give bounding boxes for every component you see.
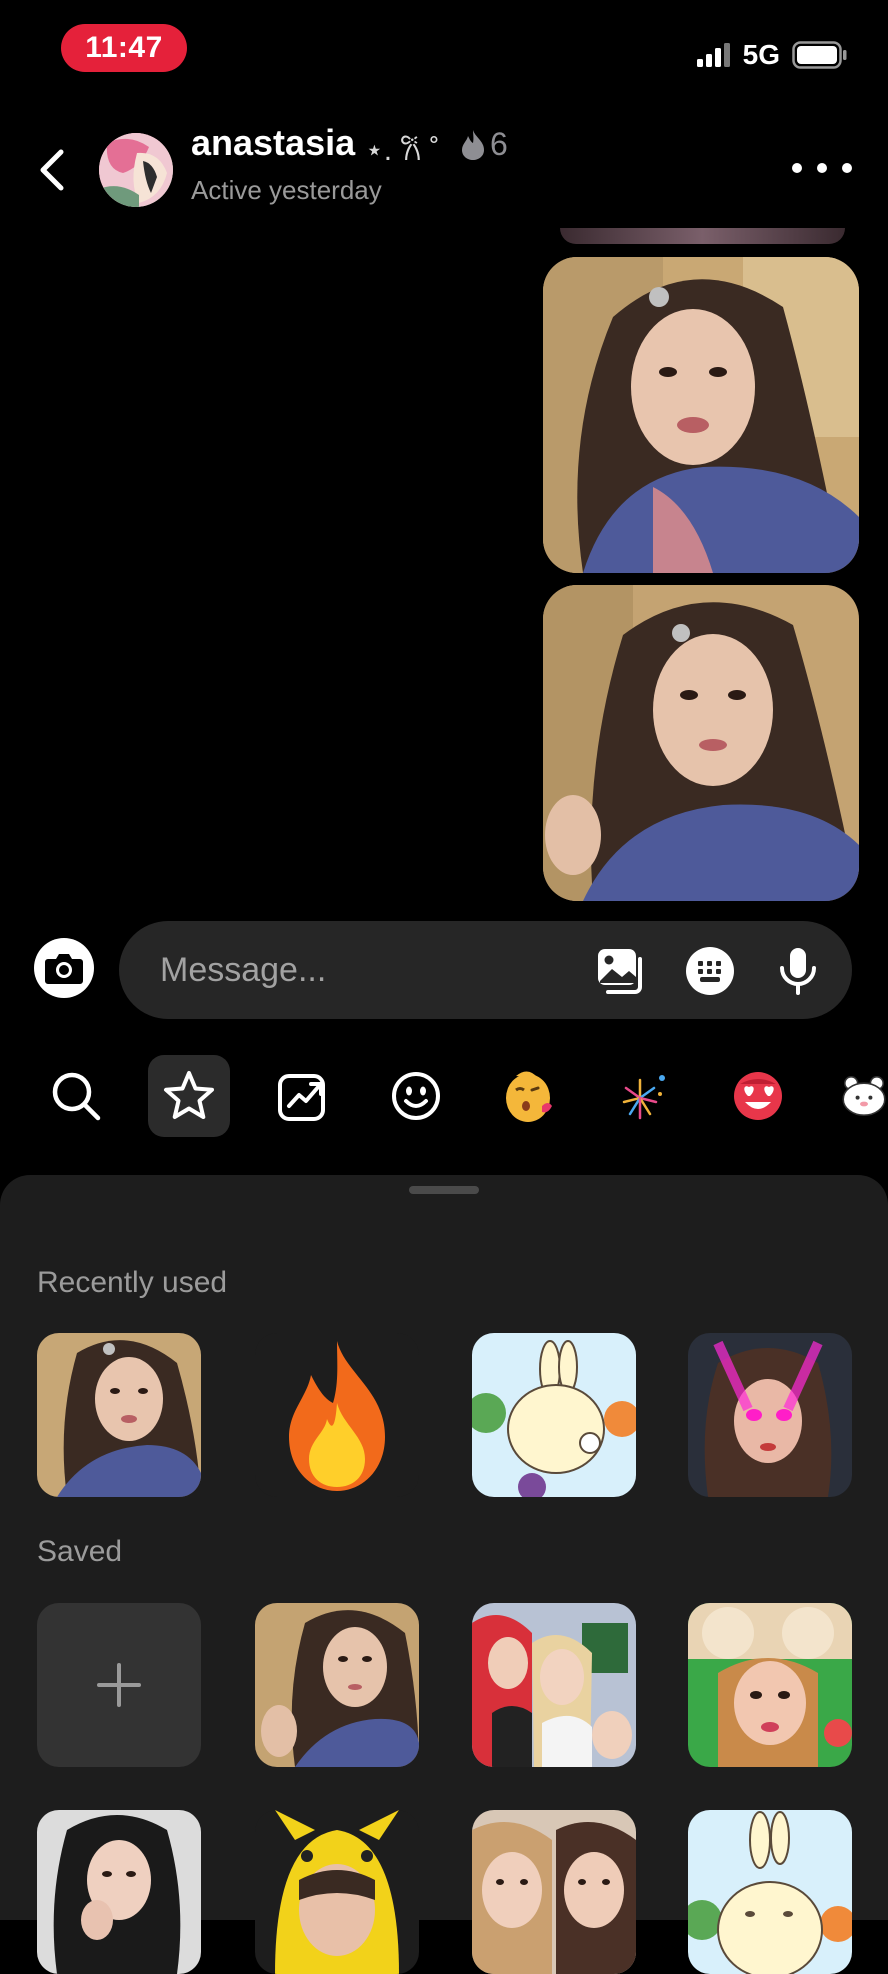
search-icon	[52, 1072, 101, 1121]
recent-sticker[interactable]	[37, 1333, 201, 1497]
chevron-left-icon	[40, 149, 64, 191]
contact-name[interactable]: anastasia	[191, 122, 355, 164]
voice-message-button[interactable]	[772, 945, 824, 997]
bear-sticker-icon	[842, 1075, 886, 1116]
active-status: Active yesterday	[191, 175, 382, 205]
tab-fireworks[interactable]	[614, 1066, 674, 1126]
network-type: 5G	[742, 39, 780, 70]
heart-eyes-icon	[734, 1072, 782, 1120]
add-sticker-button[interactable]	[37, 1603, 201, 1767]
status-time: 11:47	[61, 24, 187, 72]
plus-icon	[97, 1663, 141, 1707]
name-flair: ⋆. 𐙚 ˚	[365, 134, 440, 167]
back-button[interactable]	[28, 140, 76, 200]
gallery-icon	[598, 949, 642, 994]
tab-favorites[interactable]	[159, 1066, 219, 1126]
saved-sticker[interactable]	[37, 1810, 201, 1974]
streak-count: 6	[490, 126, 508, 162]
recent-sticker-bunny[interactable]	[472, 1333, 636, 1497]
streak-indicator: 6	[460, 126, 508, 163]
microphone-icon	[780, 948, 816, 995]
tab-trending[interactable]	[273, 1066, 333, 1126]
signal-icon	[696, 43, 730, 67]
flame-icon	[462, 129, 484, 160]
sticker-keyboard-button[interactable]	[684, 945, 736, 997]
sent-image-message[interactable]	[543, 257, 859, 573]
fireworks-icon	[622, 1075, 665, 1120]
gallery-button[interactable]	[595, 945, 647, 997]
saved-sticker[interactable]	[688, 1603, 852, 1767]
trending-icon	[278, 1074, 325, 1121]
sent-image-message[interactable]	[543, 585, 859, 901]
tab-search[interactable]	[46, 1066, 106, 1126]
previous-message-peek[interactable]	[560, 228, 845, 244]
smiley-icon	[392, 1072, 440, 1120]
contact-avatar[interactable]	[99, 133, 173, 207]
tab-kiss[interactable]	[500, 1066, 560, 1126]
saved-sticker[interactable]	[255, 1603, 419, 1767]
camera-icon	[45, 954, 83, 984]
saved-sticker[interactable]	[472, 1603, 636, 1767]
more-options-button[interactable]	[792, 150, 852, 186]
saved-label: Saved	[37, 1535, 123, 1568]
recently-used-label: Recently used	[37, 1266, 228, 1299]
drag-handle[interactable]	[409, 1186, 479, 1194]
recent-sticker-fire[interactable]	[255, 1333, 419, 1497]
message-input[interactable]: Message...	[160, 951, 326, 990]
status-icons: 5G	[696, 38, 848, 72]
keyboard-icon	[686, 947, 734, 995]
tab-bear-sticker[interactable]	[840, 1066, 888, 1126]
saved-sticker-bunny[interactable]	[688, 1810, 852, 1974]
saved-sticker[interactable]	[472, 1810, 636, 1974]
battery-icon	[792, 41, 847, 69]
message-composer[interactable]: Message...	[119, 921, 852, 1019]
saved-sticker[interactable]	[255, 1810, 419, 1974]
star-icon	[164, 1071, 214, 1119]
kiss-emoji-icon	[506, 1071, 552, 1122]
tab-emoji[interactable]	[386, 1066, 446, 1126]
camera-button[interactable]	[34, 938, 94, 998]
tab-heart-eyes[interactable]	[728, 1066, 788, 1126]
recent-sticker[interactable]	[688, 1333, 852, 1497]
